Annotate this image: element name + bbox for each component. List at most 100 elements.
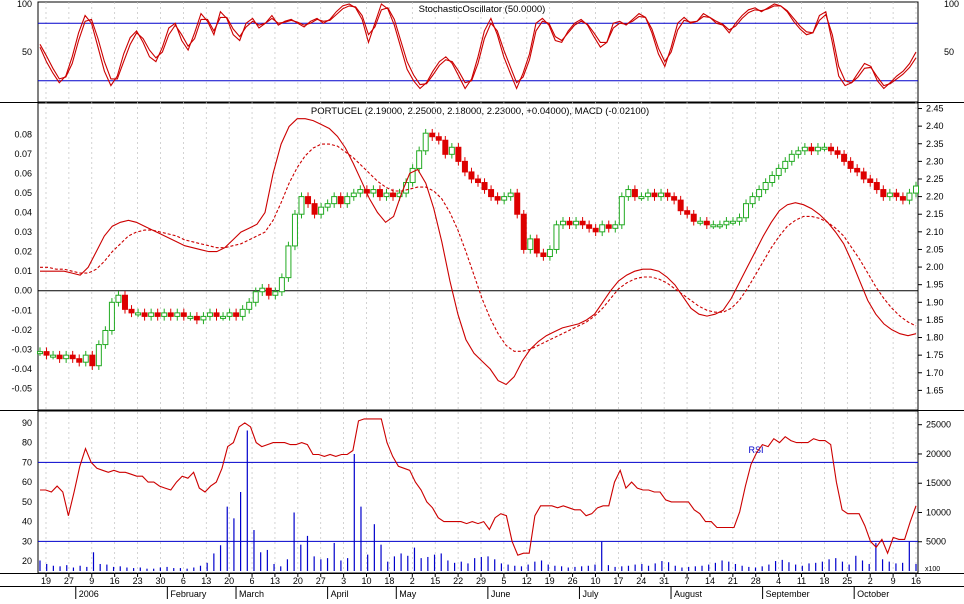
x-day-label: 27 <box>64 576 74 586</box>
candle-body <box>461 160 468 173</box>
candle-body <box>337 196 344 205</box>
x-day-label: 27 <box>316 576 326 586</box>
rsi-ytick: 70 <box>22 457 32 467</box>
price-ytick: 2.30 <box>926 156 944 166</box>
rsi-ytick: 20 <box>22 556 32 566</box>
candle-body <box>76 358 83 363</box>
candle-body <box>180 312 187 317</box>
candle-body <box>102 329 109 346</box>
macd-ytick: 0.01 <box>14 266 32 276</box>
candle-body <box>233 312 240 317</box>
x-day-label: 14 <box>705 576 715 586</box>
candle-body <box>671 196 678 201</box>
macd-ytick: -0.05 <box>11 383 32 393</box>
candle-body <box>533 238 540 254</box>
candle-body <box>357 189 364 194</box>
candle-body <box>847 160 854 169</box>
x-day-label: 7 <box>685 576 690 586</box>
candle-body <box>605 224 612 229</box>
candle-body <box>697 220 704 224</box>
candle-body <box>703 220 710 226</box>
x-day-label: 11 <box>797 576 806 586</box>
candle-body <box>599 224 606 233</box>
candle-body <box>514 192 521 215</box>
price-ytick: 1.95 <box>926 280 944 290</box>
candle-body <box>390 192 397 198</box>
x-day-label: 12 <box>522 576 532 586</box>
candle-body <box>886 192 893 198</box>
x-month-label: October <box>857 589 889 599</box>
candle-body <box>416 150 423 169</box>
candle-body <box>285 245 292 279</box>
x-day-label: 22 <box>453 576 463 586</box>
candle-body <box>291 213 298 247</box>
x-day-label: 10 <box>362 576 372 586</box>
candle-body <box>736 217 743 222</box>
price-ytick: 2.15 <box>926 209 944 219</box>
candle-body <box>566 220 573 226</box>
candle-body <box>677 199 684 212</box>
x-day-label: 2 <box>868 576 873 586</box>
candle-body <box>311 203 318 215</box>
candle-body <box>710 224 717 228</box>
price-ytick: 2.25 <box>926 174 944 184</box>
candle-body <box>540 252 547 258</box>
candle-body <box>749 196 756 205</box>
candle-body <box>56 354 63 360</box>
x-day-label: 6 <box>250 576 255 586</box>
candle-body <box>527 238 534 250</box>
x-day-label: 19 <box>545 576 555 586</box>
candle-body <box>213 312 220 317</box>
candle-body <box>141 312 148 317</box>
candle-body <box>206 312 213 317</box>
candle-body <box>834 150 841 155</box>
price-ytick: 2.40 <box>926 121 944 131</box>
x-month-label: March <box>239 589 264 599</box>
candle-body <box>226 312 233 317</box>
candle-body <box>579 220 586 226</box>
candle-body <box>553 224 560 250</box>
macd-ytick: -0.04 <box>11 364 32 374</box>
candle-body <box>37 351 43 355</box>
candle-body <box>220 315 227 319</box>
volume-ytick: 25000 <box>926 420 951 430</box>
candle-body <box>43 351 50 356</box>
candle-body <box>135 312 142 316</box>
candle-body <box>573 220 580 226</box>
rsi-ytick: 90 <box>22 418 32 428</box>
candle-body <box>592 227 599 233</box>
x-day-label: 20 <box>293 576 303 586</box>
candle-body <box>638 196 645 200</box>
rsi-ytick: 60 <box>22 477 32 487</box>
candle-body <box>370 189 377 194</box>
candle-body <box>690 213 697 222</box>
x-month-label: April <box>331 589 349 599</box>
x-day-label: 17 <box>613 576 623 586</box>
candle-body <box>782 160 789 169</box>
candle-body <box>631 189 638 198</box>
rsi-ytick: 40 <box>22 517 32 527</box>
candle-body <box>429 132 436 138</box>
candle-body <box>906 192 913 201</box>
candle-body <box>69 354 76 360</box>
price-ytick: 1.85 <box>926 315 944 325</box>
x-month-label: June <box>491 589 511 599</box>
stock-chart: StochasticOscillator (50.0000) PORTUCEL … <box>0 0 964 599</box>
stoch-ytick-left: 100 <box>17 0 32 9</box>
candle-body <box>625 189 632 198</box>
volume-ytick: 5000 <box>926 537 946 547</box>
candle-body <box>684 210 691 215</box>
candle-body <box>468 171 475 180</box>
x-day-label: 9 <box>89 576 94 586</box>
candle-body <box>108 301 115 331</box>
x-day-label: 5 <box>501 576 506 586</box>
candle-body <box>501 196 508 201</box>
candle-body <box>481 182 488 191</box>
x-day-label: 3 <box>341 576 346 586</box>
x-day-label: 15 <box>430 576 440 586</box>
candle-body <box>795 150 802 155</box>
candle-body <box>50 354 57 358</box>
candle-body <box>821 146 828 150</box>
candle-body <box>893 192 900 198</box>
candle-body <box>828 146 835 152</box>
